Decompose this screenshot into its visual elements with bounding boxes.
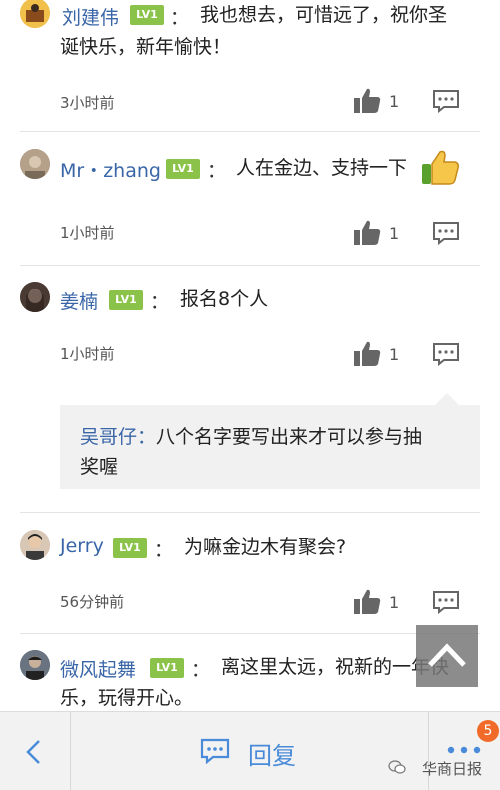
comment-text-continued: 诞快乐，新年愉快！ <box>60 36 232 58</box>
comment-text: 我也想去，可惜远了，祝你圣 <box>200 4 448 26</box>
divider <box>20 265 480 266</box>
thumbs-up-icon[interactable] <box>352 87 382 115</box>
comment-time: 1小时前 <box>60 224 115 242</box>
reply-text-line2: 奖喔 <box>80 456 119 478</box>
comment-time: 1小时前 <box>60 345 115 363</box>
avatar[interactable] <box>20 149 50 179</box>
comment-text: 为嘛金边木有聚会? <box>184 536 347 558</box>
thumbs-up-icon[interactable] <box>352 588 382 616</box>
like-count: 1 <box>389 224 400 243</box>
commenter-name[interactable]: 刘建伟 <box>62 3 119 30</box>
chevron-up-icon <box>428 643 466 667</box>
level-badge: LV1 <box>166 159 200 179</box>
level-badge: LV1 <box>109 290 143 310</box>
comment-text-continued: 乐，玩得开心。 <box>60 687 194 709</box>
colon: ： <box>150 291 170 313</box>
more-dots-icon <box>447 746 481 754</box>
thumbs-up-icon[interactable] <box>352 219 382 247</box>
thumbs-up-icon[interactable] <box>352 340 382 368</box>
nested-reply[interactable]: 吴哥仔：八个名字要写出来才可以参与抽 奖喔 <box>60 405 480 489</box>
reply-button[interactable]: 回复 <box>71 712 428 790</box>
commenter-name[interactable]: 微风起舞 <box>60 655 136 682</box>
back-to-top-button[interactable] <box>416 625 478 687</box>
reply-text-line1: 八个名字要写出来才可以参与抽 <box>156 426 423 448</box>
comment-bubble-icon <box>200 738 230 764</box>
colon: ： <box>154 539 174 561</box>
commenter-name[interactable]: Jerry <box>60 535 104 557</box>
nested-reply-text: 吴哥仔：八个名字要写出来才可以参与抽 奖喔 <box>80 422 470 482</box>
commenter-name[interactable]: 姜楠 <box>60 287 98 314</box>
comment-text: 报名8个人 <box>180 288 269 310</box>
commenter-name[interactable]: Mr・zhang <box>60 156 161 183</box>
comment-time: 56分钟前 <box>60 593 125 611</box>
avatar[interactable] <box>20 530 50 560</box>
divider <box>20 633 480 634</box>
notification-badge: 5 <box>477 720 499 742</box>
wechat-icon <box>388 760 406 774</box>
avatar[interactable] <box>20 282 50 312</box>
avatar[interactable] <box>20 650 50 680</box>
like-count: 1 <box>389 92 400 111</box>
level-badge: LV1 <box>113 538 147 558</box>
comment-text: 离这里太远，祝新的一年快 <box>221 656 450 678</box>
divider <box>20 512 480 513</box>
comment-time: 3小时前 <box>60 94 115 112</box>
reply-author-name[interactable]: 吴哥仔： <box>80 426 156 448</box>
comment-icon[interactable] <box>432 342 460 366</box>
level-badge: LV1 <box>130 5 164 25</box>
watermark-text: 华商日报 <box>422 760 483 778</box>
colon: ： <box>170 7 190 29</box>
like-count: 1 <box>389 345 400 364</box>
reply-notch <box>435 393 459 405</box>
level-badge: LV1 <box>150 658 184 678</box>
back-button[interactable] <box>0 712 70 790</box>
avatar[interactable] <box>20 0 50 28</box>
comment-icon[interactable] <box>432 221 460 245</box>
divider <box>20 131 480 132</box>
reply-label: 回复 <box>248 742 296 770</box>
comment-icon[interactable] <box>432 89 460 113</box>
chevron-left-icon <box>26 740 40 764</box>
like-count: 1 <box>389 593 400 612</box>
colon: ： <box>207 160 227 182</box>
colon: ： <box>191 659 211 681</box>
comment-text: 人在金边、支持一下 <box>236 157 408 179</box>
thumbs-up-emoji-icon <box>422 150 459 185</box>
comment-icon[interactable] <box>432 590 460 614</box>
